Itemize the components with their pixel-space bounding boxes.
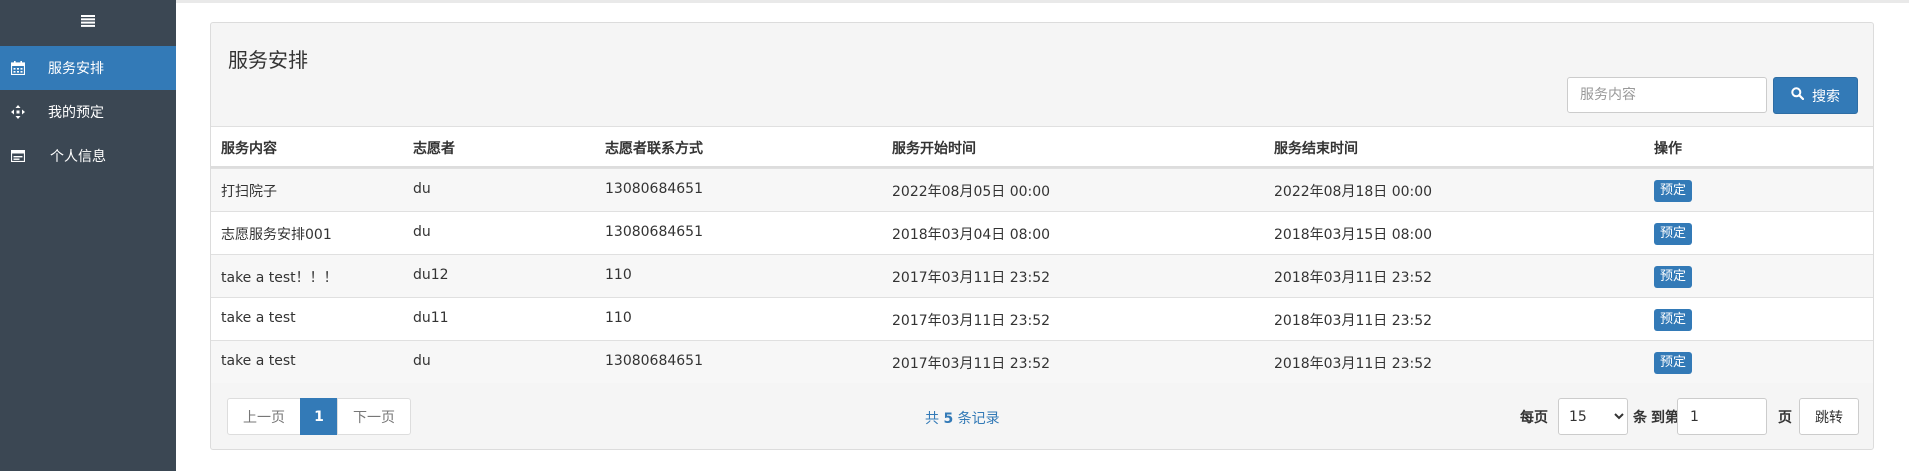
reserve-button[interactable]: 预定 <box>1654 309 1693 331</box>
table-row: take a test！！！ du12 110 2017年03月11日 23:5… <box>211 254 1873 297</box>
per-page-unit: 条 <box>1633 410 1647 426</box>
sidebar-item-label: 个人信息 <box>50 149 106 165</box>
cell-start-time: 2022年08月05日 00:00 <box>892 184 1051 200</box>
search-button[interactable]: 搜索 <box>1773 77 1858 114</box>
diamond-arrows-icon <box>10 104 26 120</box>
sidebar-item-label: 服务安排 <box>48 61 104 77</box>
cell-start-time: 2018年03月04日 08:00 <box>892 227 1051 243</box>
column-header-volunteer: 志愿者 <box>413 141 455 157</box>
cell-content: take a test <box>221 353 296 369</box>
reserve-button[interactable]: 预定 <box>1654 223 1693 245</box>
cell-contact: 13080684651 <box>605 353 703 369</box>
cell-content: take a test <box>221 310 296 326</box>
reserve-button[interactable]: 预定 <box>1654 352 1693 374</box>
column-header-contact: 志愿者联系方式 <box>605 141 703 157</box>
cell-end-time: 2018年03月11日 23:52 <box>1274 270 1433 286</box>
cell-contact: 13080684651 <box>605 181 703 197</box>
jump-button[interactable]: 跳转 <box>1799 398 1859 435</box>
total-prefix: 共 <box>925 411 939 427</box>
cell-content: 打扫院子 <box>221 184 277 200</box>
table-header-row: 服务内容 志愿者 志愿者联系方式 服务开始时间 服务结束时间 操作 <box>211 126 1873 168</box>
service-schedule-panel: 服务安排 搜索 服务内容 志愿者 志愿者联系方式 服务开始时间 服务结束时间 操… <box>210 22 1874 450</box>
reserve-button[interactable]: 预定 <box>1654 266 1693 288</box>
cell-contact: 110 <box>605 267 632 283</box>
table-row: 打扫院子 du 13080684651 2022年08月05日 00:00 20… <box>211 168 1873 211</box>
per-page-label: 每页 <box>1520 410 1548 426</box>
cell-content: take a test！！！ <box>221 270 338 286</box>
table-row: take a test du11 110 2017年03月11日 23:52 2… <box>211 297 1873 340</box>
calendar-icon <box>10 60 26 76</box>
total-records: 共 5 条记录 <box>925 408 1000 428</box>
cell-end-time: 2018年03月15日 08:00 <box>1274 227 1433 243</box>
reserve-button[interactable]: 预定 <box>1654 180 1693 202</box>
cell-contact: 13080684651 <box>605 224 703 240</box>
cell-end-time: 2018年03月11日 23:52 <box>1274 313 1433 329</box>
search-input[interactable] <box>1567 77 1767 113</box>
sidebar-item-label: 我的预定 <box>48 105 104 121</box>
cell-end-time: 2022年08月18日 00:00 <box>1274 184 1433 200</box>
column-header-action: 操作 <box>1654 141 1682 157</box>
cell-end-time: 2018年03月11日 23:52 <box>1274 356 1433 372</box>
next-page-button[interactable]: 下一页 <box>337 398 411 435</box>
cell-contact: 110 <box>605 310 632 326</box>
page-size-select[interactable]: 15 <box>1558 398 1628 435</box>
cell-content: 志愿服务安排001 <box>221 227 332 243</box>
cell-volunteer: du12 <box>413 267 449 283</box>
column-header-content: 服务内容 <box>221 141 277 157</box>
page-unit-label: 页 <box>1778 410 1792 426</box>
total-count: 5 <box>943 411 954 427</box>
sidebar: 服务安排 我的预定 个人信息 <box>0 0 176 471</box>
cell-start-time: 2017年03月11日 23:52 <box>892 356 1051 372</box>
page-button-1[interactable]: 1 <box>300 398 338 435</box>
sidebar-item-service-schedule[interactable]: 服务安排 <box>0 46 176 90</box>
id-card-icon <box>10 148 26 164</box>
search-button-label: 搜索 <box>1812 88 1840 105</box>
menu-icon <box>81 15 95 31</box>
table-row: take a test du 13080684651 2017年03月11日 2… <box>211 340 1873 383</box>
cell-start-time: 2017年03月11日 23:52 <box>892 270 1051 286</box>
table-row: 志愿服务安排001 du 13080684651 2018年03月04日 08:… <box>211 211 1873 254</box>
goto-page-input[interactable] <box>1677 398 1767 435</box>
sidebar-item-my-bookings[interactable]: 我的预定 <box>0 90 176 134</box>
page-title: 服务安排 <box>228 48 308 72</box>
cell-volunteer: du <box>413 353 431 369</box>
search-icon <box>1791 87 1805 104</box>
column-header-start-time: 服务开始时间 <box>892 141 976 157</box>
cell-volunteer: du <box>413 181 431 197</box>
cell-volunteer: du11 <box>413 310 449 326</box>
pagination-bar: 上一页 1 下一页 共 5 条记录 每页 15 条 到第 页 跳转 <box>211 384 1873 448</box>
prev-page-button[interactable]: 上一页 <box>227 398 301 435</box>
cell-start-time: 2017年03月11日 23:52 <box>892 313 1051 329</box>
sidebar-item-profile[interactable]: 个人信息 <box>0 134 176 178</box>
sidebar-toggle-button[interactable] <box>0 0 176 46</box>
goto-label: 到第 <box>1651 410 1679 426</box>
column-header-end-time: 服务结束时间 <box>1274 141 1358 157</box>
cell-volunteer: du <box>413 224 431 240</box>
top-border <box>176 0 1909 3</box>
total-suffix: 条记录 <box>957 411 1000 427</box>
